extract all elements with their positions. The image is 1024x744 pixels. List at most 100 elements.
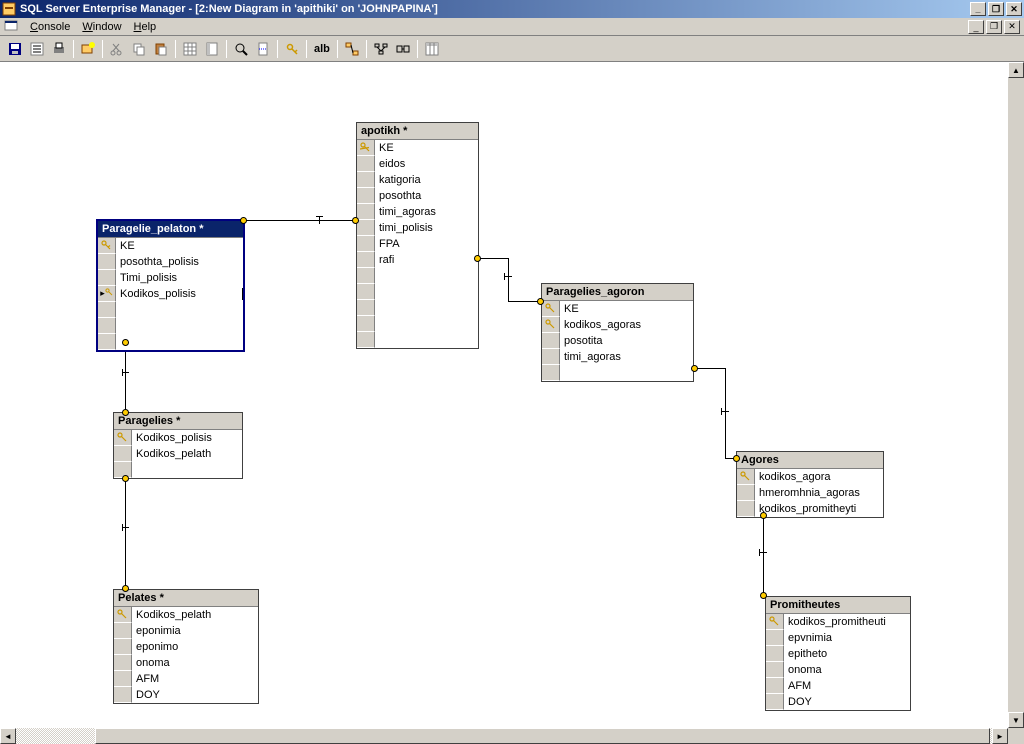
table-row[interactable]: eponimia [114,623,258,639]
table-header[interactable]: apotikh * [357,123,478,140]
column-name[interactable]: posothta_polisis [116,256,243,268]
column-name[interactable]: kodikos_agoras [560,319,693,331]
table-row[interactable] [357,268,478,284]
paste-button[interactable] [150,38,172,60]
column-name[interactable]: Kodikos_polisis [116,288,243,300]
table-header[interactable]: Agores [737,452,883,469]
table-row[interactable]: DOY [114,687,258,703]
table-row[interactable]: timi_agoras [357,204,478,220]
table-row[interactable]: timi_polisis [357,220,478,236]
column-name[interactable]: Kodikos_pelath [132,448,242,460]
table-header[interactable]: Paragelies * [114,413,242,430]
horizontal-scrollbar[interactable]: ◄ ► [0,728,1024,744]
scroll-down-button[interactable]: ▼ [1008,712,1024,728]
column-name[interactable]: AFM [132,673,258,685]
table-row[interactable]: Kodikos_pelath [114,446,242,462]
table-row[interactable]: Timi_polisis [98,270,243,286]
table-row[interactable]: AFM [114,671,258,687]
column-name[interactable]: timi_agoras [560,351,693,363]
column-name[interactable]: DOY [132,689,258,701]
table-row[interactable]: hmeromhnia_agoras [737,485,883,501]
table-row[interactable]: kodikos_agora [737,469,883,485]
table-row[interactable]: posothta [357,188,478,204]
save-button[interactable] [4,38,26,60]
column-name[interactable]: KE [560,303,693,315]
column-name[interactable]: epvnimia [784,632,910,644]
close-button[interactable]: ✕ [1006,2,1022,16]
table-row[interactable]: epitheto [766,646,910,662]
table-row[interactable] [357,284,478,300]
autosize-button[interactable] [392,38,414,60]
table-row[interactable]: posothta_polisis [98,254,243,270]
diagram-canvas[interactable]: Paragelie_pelaton * KE posothta_polisis … [0,62,1024,744]
column-name[interactable]: FPA [375,238,478,250]
table-row[interactable]: DOY [766,694,910,710]
scroll-thumb[interactable] [95,728,990,744]
column-name[interactable]: posothta [375,190,478,202]
table-row[interactable] [357,300,478,316]
table-row[interactable] [542,365,693,381]
table-apotikh[interactable]: apotikh * KE eidos katigoria posothta ti… [356,122,479,349]
table-row[interactable] [357,332,478,348]
table-row[interactable]: timi_agoras [542,349,693,365]
copy-button[interactable] [128,38,150,60]
table-row[interactable]: eidos [357,156,478,172]
mdi-restore-button[interactable]: ❐ [986,20,1002,34]
table-row[interactable]: kodikos_promitheyti [737,501,883,517]
column-name[interactable]: eidos [375,158,478,170]
scroll-right-button[interactable]: ► [992,728,1008,744]
mdi-close-button[interactable]: ✕ [1004,20,1020,34]
menu-console[interactable]: Console [24,20,76,34]
column-name[interactable]: katigoria [375,174,478,186]
cut-button[interactable] [106,38,128,60]
scroll-up-button[interactable]: ▲ [1008,62,1024,78]
column-name[interactable]: eponimia [132,625,258,637]
table-row[interactable] [357,316,478,332]
mdi-minimize-button[interactable]: _ [968,20,984,34]
column-name[interactable]: KE [116,240,243,252]
column-name[interactable]: onoma [132,657,258,669]
column-name[interactable]: Kodikos_polisis [132,432,242,444]
column-name[interactable]: timi_agoras [375,206,478,218]
table-row[interactable]: AFM [766,678,910,694]
table-pelates[interactable]: Pelates * Kodikos_pelath eponimia eponim… [113,589,259,704]
column-name[interactable]: posotita [560,335,693,347]
table-header[interactable]: Promitheutes [766,597,910,614]
table-row[interactable]: KE [542,301,693,317]
column-name[interactable]: kodikos_agora [755,471,883,483]
table-row[interactable]: rafi [357,252,478,268]
table-row[interactable]: KE [357,140,478,156]
properties-button[interactable] [26,38,48,60]
page-breaks-button[interactable] [252,38,274,60]
column-name[interactable]: onoma [784,664,910,676]
set-primary-key-button[interactable] [281,38,303,60]
ab-label[interactable]: alb [310,43,334,55]
table-row[interactable]: kodikos_agoras [542,317,693,333]
table-paragelies[interactable]: Paragelies * Kodikos_polisis Kodikos_pel… [113,412,243,479]
column-name[interactable]: kodikos_promitheyti [755,503,883,515]
column-name[interactable]: kodikos_promitheuti [784,616,910,628]
column-name[interactable]: Kodikos_pelath [132,609,258,621]
restore-button[interactable]: ❐ [988,2,1004,16]
table-row[interactable]: onoma [114,655,258,671]
table-row[interactable] [98,318,243,334]
vertical-scrollbar[interactable]: ▲ ▼ [1008,62,1024,728]
table-row[interactable]: katigoria [357,172,478,188]
column-name[interactable]: timi_polisis [375,222,478,234]
table-row[interactable]: Kodikos_pelath [114,607,258,623]
table-row[interactable]: KE [98,238,243,254]
column-name[interactable]: KE [375,142,478,154]
table-row[interactable]: Kodikos_polisis [114,430,242,446]
manage-indexes-button[interactable] [201,38,223,60]
grid-button[interactable] [179,38,201,60]
print-button[interactable] [48,38,70,60]
arrange-tables-button[interactable] [370,38,392,60]
table-row[interactable]: FPA [357,236,478,252]
new-table-button[interactable] [77,38,99,60]
table-paragelie-pelaton[interactable]: Paragelie_pelaton * KE posothta_polisis … [96,219,245,352]
table-header[interactable]: Paragelies_agoron [542,284,693,301]
column-name[interactable]: epitheto [784,648,910,660]
column-name[interactable]: DOY [784,696,910,708]
table-row[interactable]: ▸ Kodikos_polisis [98,286,243,302]
table-row[interactable]: epvnimia [766,630,910,646]
